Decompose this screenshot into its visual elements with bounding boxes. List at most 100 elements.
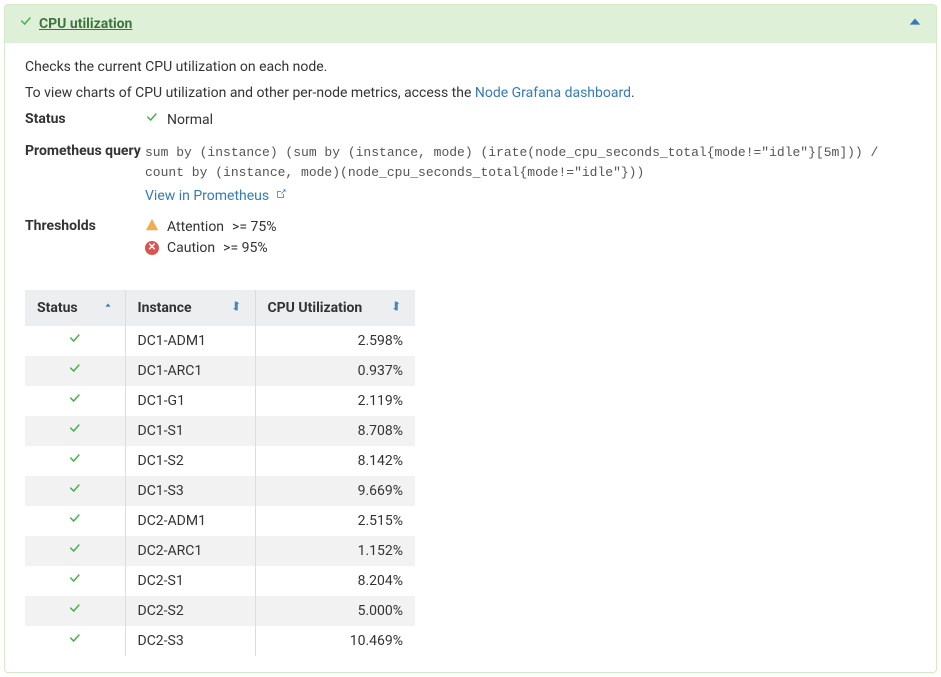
- row-status-cell: [25, 386, 125, 416]
- status-label: Status: [25, 111, 145, 127]
- panel-header-left: CPU utilization: [19, 15, 132, 33]
- table-row: DC1-ADM12.598%: [25, 326, 415, 356]
- check-icon: [68, 394, 82, 410]
- row-status-cell: [25, 566, 125, 596]
- row-status-cell: [25, 506, 125, 536]
- utilization-table-wrap: Status Instance CPU Utiliz: [25, 290, 916, 656]
- row-utilization-cell: 9.669%: [255, 476, 415, 506]
- table-row: DC1-G12.119%: [25, 386, 415, 416]
- status-text: Normal: [167, 112, 213, 128]
- view-in-prometheus-text: View in Prometheus: [145, 188, 269, 204]
- row-status-cell: [25, 416, 125, 446]
- attention-label: Attention: [167, 219, 224, 235]
- attention-condition: >= 75%: [232, 219, 276, 235]
- description-1: Checks the current CPU utilization on ea…: [25, 59, 916, 75]
- row-instance-cell: DC2-S1: [125, 566, 255, 596]
- caution-label: Caution: [167, 240, 215, 256]
- table-row: DC2-S310.469%: [25, 626, 415, 656]
- row-utilization-cell: 0.937%: [255, 356, 415, 386]
- external-link-icon: [275, 189, 287, 203]
- sort-asc-icon: [103, 300, 113, 314]
- row-instance-cell: DC1-G1: [125, 386, 255, 416]
- table-row: DC1-S39.669%: [25, 476, 415, 506]
- row-instance-cell: DC1-ADM1: [125, 326, 255, 356]
- table-row: DC2-ADM12.515%: [25, 506, 415, 536]
- warning-icon: [145, 218, 159, 236]
- col-header-status[interactable]: Status: [25, 290, 125, 326]
- row-utilization-cell: 2.515%: [255, 506, 415, 536]
- table-body: DC1-ADM12.598%DC1-ARC10.937%DC1-G12.119%…: [25, 326, 415, 656]
- row-status-cell: [25, 476, 125, 506]
- query-row: Prometheus query sum by (instance) (sum …: [25, 143, 916, 204]
- row-instance-cell: DC2-S2: [125, 596, 255, 626]
- cpu-utilization-panel: CPU utilization Checks the current CPU u…: [4, 4, 937, 673]
- description-2-prefix: To view charts of CPU utilization and ot…: [25, 85, 475, 101]
- thresholds-row: Thresholds Attention >= 75% ✕ Caution >=…: [25, 218, 916, 260]
- check-icon: [68, 634, 82, 650]
- row-utilization-cell: 8.204%: [255, 566, 415, 596]
- query-label: Prometheus query: [25, 143, 145, 159]
- check-icon: [68, 454, 82, 470]
- col-header-instance-text: Instance: [138, 300, 192, 316]
- row-instance-cell: DC1-S1: [125, 416, 255, 446]
- row-instance-cell: DC2-S3: [125, 626, 255, 656]
- row-utilization-cell: 8.708%: [255, 416, 415, 446]
- row-instance-cell: DC1-S3: [125, 476, 255, 506]
- col-header-status-text: Status: [37, 300, 78, 316]
- table-row: DC1-ARC10.937%: [25, 356, 415, 386]
- col-header-utilization-text: CPU Utilization: [268, 300, 363, 316]
- description-2-suffix: .: [631, 85, 635, 101]
- status-row: Status Normal: [25, 111, 916, 129]
- row-status-cell: [25, 536, 125, 566]
- grafana-dashboard-link[interactable]: Node Grafana dashboard: [475, 85, 631, 101]
- caution-condition: >= 95%: [223, 240, 267, 256]
- row-instance-cell: DC2-ADM1: [125, 506, 255, 536]
- panel-body: Checks the current CPU utilization on ea…: [5, 43, 936, 672]
- row-status-cell: [25, 326, 125, 356]
- table-row: DC2-ARC11.152%: [25, 536, 415, 566]
- check-icon: [68, 424, 82, 440]
- panel-title: CPU utilization: [39, 16, 132, 32]
- table-row: DC2-S18.204%: [25, 566, 415, 596]
- row-instance-cell: DC1-ARC1: [125, 356, 255, 386]
- utilization-table: Status Instance CPU Utiliz: [25, 290, 415, 656]
- row-utilization-cell: 2.119%: [255, 386, 415, 416]
- check-icon: [68, 574, 82, 590]
- row-instance-cell: DC1-S2: [125, 446, 255, 476]
- row-instance-cell: DC2-ARC1: [125, 536, 255, 566]
- query-code: sum by (instance) (sum by (instance, mod…: [145, 143, 916, 182]
- description-2: To view charts of CPU utilization and ot…: [25, 85, 916, 101]
- col-header-utilization[interactable]: CPU Utilization: [255, 290, 415, 326]
- query-value: sum by (instance) (sum by (instance, mod…: [145, 143, 916, 204]
- col-header-instance[interactable]: Instance: [125, 290, 255, 326]
- row-status-cell: [25, 446, 125, 476]
- row-utilization-cell: 1.152%: [255, 536, 415, 566]
- row-utilization-cell: 2.598%: [255, 326, 415, 356]
- check-icon: [68, 604, 82, 620]
- check-icon: [68, 544, 82, 560]
- sort-icon: [231, 300, 243, 315]
- check-icon: [19, 15, 33, 33]
- sort-icon: [391, 300, 403, 315]
- panel-header[interactable]: CPU utilization: [5, 5, 936, 43]
- check-icon: [68, 514, 82, 530]
- chevron-up-icon[interactable]: [908, 15, 922, 33]
- row-utilization-cell: 8.142%: [255, 446, 415, 476]
- table-row: DC1-S18.708%: [25, 416, 415, 446]
- row-utilization-cell: 5.000%: [255, 596, 415, 626]
- thresholds-label: Thresholds: [25, 218, 145, 234]
- row-status-cell: [25, 596, 125, 626]
- check-icon: [68, 484, 82, 500]
- status-value: Normal: [145, 111, 916, 129]
- check-icon: [68, 334, 82, 350]
- threshold-caution: ✕ Caution >= 95%: [145, 240, 916, 256]
- thresholds-value: Attention >= 75% ✕ Caution >= 95%: [145, 218, 916, 260]
- view-in-prometheus-link[interactable]: View in Prometheus: [145, 188, 287, 204]
- row-status-cell: [25, 356, 125, 386]
- table-row: DC1-S28.142%: [25, 446, 415, 476]
- check-icon: [145, 111, 159, 129]
- threshold-attention: Attention >= 75%: [145, 218, 916, 236]
- check-icon: [68, 364, 82, 380]
- error-icon: ✕: [145, 241, 159, 255]
- row-utilization-cell: 10.469%: [255, 626, 415, 656]
